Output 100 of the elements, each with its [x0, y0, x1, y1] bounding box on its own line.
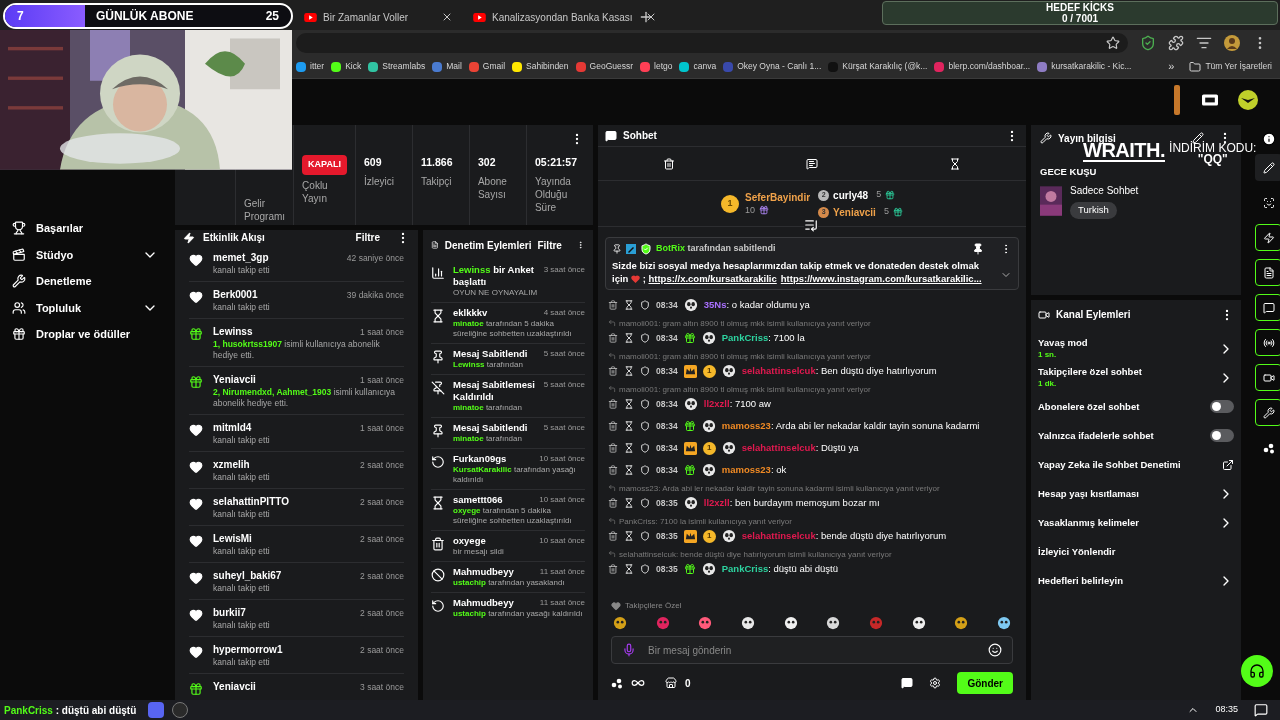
- channel-action[interactable]: Takipçilere özel sohbet 1 dk.: [1038, 363, 1234, 392]
- bookmark[interactable]: Kürşat Karakılıç (@k...: [828, 60, 928, 73]
- action-title: Mahmudbeyy: [453, 566, 514, 578]
- channel-action[interactable]: Yalnızca ifadelerle sohbet: [1038, 421, 1234, 450]
- emote-icon[interactable]: [783, 616, 798, 630]
- shield-icon: [640, 465, 650, 475]
- action-text: KursatKarakilic tarafından yasağı kaldırıldı: [453, 465, 577, 485]
- emote-icon[interactable]: [740, 616, 755, 630]
- bookmark[interactable]: canva: [679, 60, 717, 73]
- channel-action[interactable]: Abonelere özel sohbet: [1038, 392, 1234, 421]
- rail-button[interactable]: [1255, 399, 1280, 426]
- more-bookmarks[interactable]: »: [1168, 58, 1175, 75]
- channel-action[interactable]: Hesap yaşı kısıtlaması: [1038, 479, 1234, 508]
- emote-icon[interactable]: [698, 616, 713, 630]
- message-composer[interactable]: Bir mesaj gönderin: [611, 636, 1013, 664]
- trash-icon: [608, 333, 618, 343]
- username: mitmld4: [213, 421, 252, 435]
- bookmark[interactable]: kursatkarakilic - Kic...: [1037, 60, 1132, 73]
- avatar-icon[interactable]: [1224, 34, 1240, 51]
- sidebar-item[interactable]: Denetleme: [0, 268, 170, 295]
- store-icon: [665, 677, 677, 689]
- bookmark[interactable]: Okey Oyna - Canlı 1...: [723, 60, 822, 73]
- sidebar-item[interactable]: Droplar ve ödüller: [0, 321, 170, 348]
- toggle-switch[interactable]: [1210, 400, 1234, 413]
- action-label: Hedefleri belirleyin: [1038, 574, 1123, 587]
- channel-action[interactable]: Yavaş mod 1 sn.: [1038, 334, 1234, 363]
- message-time: 08:35: [656, 496, 678, 510]
- app-icon[interactable]: [172, 702, 189, 718]
- event-text: 1, husokrtss1907 isimli kullanıcıya abonelik hediye etti.: [213, 339, 381, 361]
- video-icon: [1262, 371, 1275, 384]
- sidebar-item[interactable]: Topluluk: [0, 294, 170, 321]
- hourglass-icon: [624, 421, 634, 431]
- shield-icon: [1140, 34, 1156, 51]
- bookmark[interactable]: itter: [296, 60, 325, 73]
- emote-icon[interactable]: [911, 616, 926, 630]
- event-time: 1 saat önce: [360, 374, 404, 387]
- bookmark[interactable]: Gmail: [468, 60, 506, 73]
- all-bookmarks[interactable]: Tüm Yer İşaretleri: [1189, 60, 1272, 73]
- message-time: 08:34: [656, 463, 678, 477]
- link[interactable]: https://www.instagram.com/kursatkarakilic...: [780, 272, 982, 284]
- username: hypermorrow1: [213, 643, 283, 657]
- channel-action[interactable]: Yasaklanmış kelimeler: [1038, 508, 1234, 537]
- bookmark[interactable]: Streamlabs: [368, 60, 426, 73]
- coin-badge: 1: [702, 529, 716, 543]
- sidebar-item[interactable]: Stüdyo: [0, 241, 170, 268]
- message-input[interactable]: Bir mesaj gönderin: [648, 642, 976, 658]
- rail-button[interactable]: [1255, 259, 1280, 286]
- bookmark[interactable]: GeoGuessr: [575, 60, 634, 73]
- emote-icon[interactable]: [954, 616, 969, 630]
- action-text: OYUN NE OYNAYALIM: [453, 288, 539, 298]
- action-label: Takipçilere özel sohbet: [1038, 365, 1142, 378]
- trash-icon: [608, 366, 618, 376]
- emote-icon[interactable]: [613, 616, 627, 630]
- reply-icon: [608, 352, 616, 360]
- hourglass-icon: [624, 564, 634, 574]
- rail-button[interactable]: [1255, 294, 1280, 321]
- username: memet_3gp: [213, 251, 269, 265]
- star-icon: [1106, 35, 1120, 50]
- rail-button[interactable]: [1255, 224, 1280, 251]
- stat-label: Abone Sayısı: [477, 174, 508, 201]
- link[interactable]: https://x.com/kursatkarakilic: [648, 272, 777, 284]
- goal-title: HEDEF KİCKS: [1046, 2, 1114, 13]
- app-icon[interactable]: [148, 702, 165, 718]
- logo-icon: [1202, 94, 1218, 106]
- rail-button[interactable]: [1255, 364, 1280, 391]
- filter-button[interactable]: Filtre: [355, 230, 380, 245]
- panel-title: Sohbet: [623, 129, 658, 143]
- channel-action[interactable]: Yapay Zeka ile Sohbet Denetimi: [1038, 450, 1234, 479]
- bookmark[interactable]: letgo: [640, 60, 673, 73]
- bookmark[interactable]: Sahibinden: [512, 60, 569, 73]
- emote-icon[interactable]: [826, 616, 841, 630]
- category-thumbnail: [1040, 185, 1062, 216]
- action-icon: [431, 381, 445, 395]
- username: Yeniavcii: [213, 373, 256, 387]
- reply-context: PankCriss: 7100 la isimli kullanıcıya yanıt veriyor: [619, 515, 792, 527]
- figure-icon: [1172, 85, 1182, 115]
- bookmark[interactable]: blerp.com/dashboar...: [934, 60, 1031, 73]
- toggle-switch[interactable]: [1210, 429, 1234, 442]
- message-time: 08:34: [656, 419, 678, 433]
- bookmark[interactable]: Kick: [331, 60, 362, 73]
- browser-tab[interactable]: Bir Zamanlar Voller: [296, 4, 461, 30]
- rail-button[interactable]: [1255, 329, 1280, 356]
- category-name: Sadece Sohbet: [1070, 184, 1139, 199]
- chat-message: ll2xzll: ben burdayım memoşum bozar mı: [703, 495, 880, 510]
- filter-button[interactable]: Filtre: [537, 237, 562, 253]
- gift-icon: [759, 204, 770, 215]
- channel-action[interactable]: İzleyici Yönlendir: [1038, 537, 1234, 566]
- browser-tab[interactable]: Kanalizasyondan Banka Kasası: [465, 4, 630, 30]
- coin-badge: 1: [702, 364, 716, 378]
- panel-title: Denetim Eylemleri: [444, 238, 532, 253]
- chat-message: PankCriss: 7100 la: [721, 330, 805, 345]
- username: Yeniavcii: [833, 205, 876, 220]
- channel-action[interactable]: Hedefleri belirleyin: [1038, 566, 1234, 595]
- rail-button[interactable]: [1255, 154, 1280, 181]
- folder-icon: [1189, 60, 1202, 73]
- bookmark[interactable]: Mail: [432, 60, 462, 73]
- send-button[interactable]: Gönder: [957, 672, 1013, 694]
- support-button[interactable]: [1241, 655, 1273, 687]
- sidebar-item[interactable]: Başarılar: [0, 215, 170, 242]
- emote-icon[interactable]: [996, 616, 1011, 630]
